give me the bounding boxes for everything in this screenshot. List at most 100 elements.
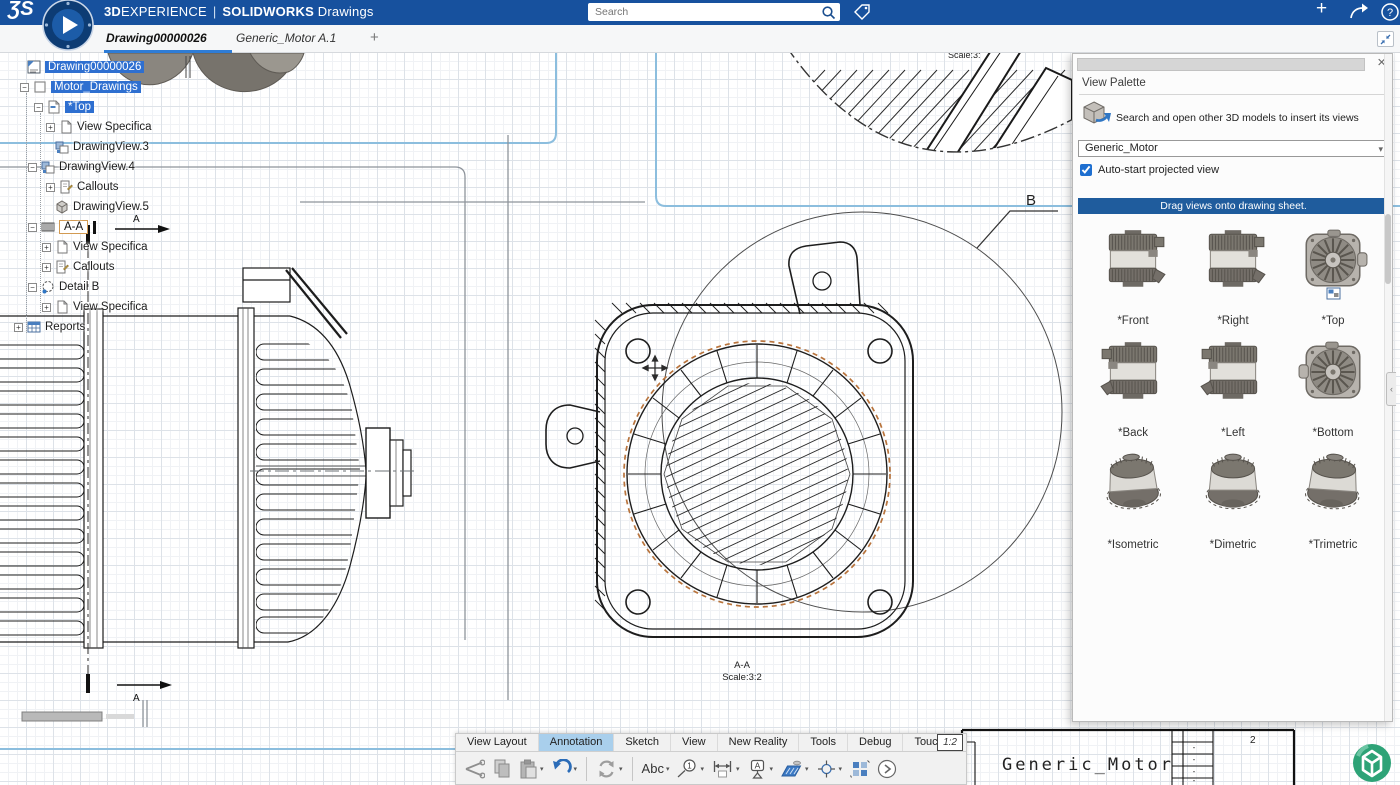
view-thumb-isometric[interactable]: *Isometric — [1083, 447, 1183, 559]
caret-down-icon[interactable]: ▾ — [770, 765, 774, 773]
caret-down-icon[interactable]: ▾ — [839, 765, 843, 773]
view-thumb-front[interactable]: *Front — [1083, 223, 1183, 335]
view-thumb-label: *Bottom — [1313, 427, 1354, 447]
tree-expander[interactable]: − — [28, 283, 37, 292]
search-input[interactable] — [588, 3, 840, 21]
sheet-icon — [47, 100, 61, 114]
tab-sketch[interactable]: Sketch — [614, 734, 671, 751]
model-dropdown[interactable]: Generic_Motor ▾ — [1078, 140, 1389, 157]
balloon-button[interactable]: 1 ▾ — [674, 758, 706, 780]
view-thumb-top[interactable]: *Top — [1283, 223, 1383, 335]
toolbar-separator — [632, 757, 633, 781]
tab-generic-motor[interactable]: Generic_Motor A.1 — [236, 31, 336, 45]
svg-text:1: 1 — [688, 761, 693, 770]
tag-icon[interactable] — [852, 2, 872, 22]
caret-down-icon[interactable]: ▾ — [666, 765, 670, 773]
dimension-button[interactable]: ▾ — [709, 758, 742, 780]
tree-expander[interactable]: + — [42, 243, 51, 252]
tree-expander[interactable]: − — [28, 163, 37, 172]
caret-down-icon[interactable]: ▾ — [619, 765, 623, 773]
motor-iso-view-icon — [1197, 453, 1269, 515]
section-view-icon — [41, 220, 55, 234]
help-icon[interactable]: ? — [1380, 2, 1400, 22]
tree-item-label[interactable]: *Top — [65, 101, 94, 113]
tab-tools[interactable]: Tools — [799, 734, 848, 751]
view-thumb-trimetric[interactable]: *Trimetric — [1283, 447, 1383, 559]
tree-expander[interactable]: − — [28, 223, 37, 232]
update-button[interactable]: ▾ — [594, 758, 625, 780]
tree-expander[interactable]: + — [14, 323, 23, 332]
tab-new-reality[interactable]: New Reality — [718, 734, 800, 751]
tree-item-label[interactable]: DrawingView.4 — [59, 161, 135, 173]
search-icon[interactable] — [821, 5, 836, 20]
tree-expander[interactable]: − — [20, 83, 29, 92]
caret-down-icon[interactable]: ▾ — [574, 765, 578, 773]
cut-button[interactable] — [462, 758, 487, 780]
tree-expander[interactable]: + — [42, 303, 51, 312]
tree-item-label[interactable]: Callouts — [73, 261, 115, 273]
more-tools-button[interactable] — [875, 758, 899, 780]
new-tab-button[interactable]: + — [370, 29, 379, 46]
view-thumb-left[interactable]: *Left — [1183, 335, 1283, 447]
tree-expander[interactable]: − — [34, 103, 43, 112]
paste-button[interactable]: ▾ — [517, 758, 546, 780]
tree-expander[interactable]: + — [46, 123, 55, 132]
center-mark-icon — [816, 759, 837, 779]
tree-item-rename-field[interactable]: A-A — [59, 220, 88, 234]
tree-item-label[interactable]: DrawingView.3 — [73, 141, 149, 153]
view-thumb-label: *Trimetric — [1309, 539, 1358, 559]
panel-hint-text: Search and open other 3D models to inser… — [1116, 112, 1388, 124]
tree-item-label[interactable]: Drawing00000026 — [45, 61, 144, 73]
view-thumb-label: *Top — [1321, 315, 1344, 335]
auto-start-label[interactable]: Auto-start projected view — [1098, 164, 1219, 176]
tab-debug[interactable]: Debug — [848, 734, 903, 751]
panel-collapse-handle[interactable]: ‹ — [1386, 372, 1396, 406]
motor-side-view-icon — [1197, 341, 1269, 403]
datum-button[interactable]: A ▾ — [745, 758, 776, 780]
tree-item-label[interactable]: DrawingView.5 — [73, 201, 149, 213]
tab-annotation[interactable]: Annotation — [539, 734, 615, 751]
undo-button[interactable]: ▾ — [549, 758, 580, 779]
caret-down-icon[interactable]: ▾ — [540, 765, 544, 773]
tree-item-label[interactable]: Motor_Drawings — [51, 81, 141, 93]
tree-item-label[interactable]: Detail B — [59, 281, 99, 293]
scrollbar-thumb[interactable] — [1385, 214, 1391, 284]
tree-item-label[interactable]: View Specifica — [73, 241, 148, 253]
top-app-bar: 3DEXPERIENCE|SOLIDWORKS Drawings + ? — [0, 0, 1400, 25]
auto-balloon-button[interactable] — [847, 758, 872, 780]
tab-view-layout[interactable]: View Layout — [456, 734, 539, 751]
add-icon[interactable]: + — [1316, 0, 1327, 20]
view-thumb-dimetric[interactable]: *Dimetric — [1183, 447, 1283, 559]
tab-view[interactable]: View — [671, 734, 718, 751]
chevron-down-icon: ▾ — [1378, 142, 1383, 157]
view-palette-panel: × View Palette Search and open other 3D … — [1072, 53, 1393, 722]
share-icon[interactable] — [1348, 2, 1370, 22]
view-thumb-bottom[interactable]: *Bottom — [1283, 335, 1383, 447]
tree-item-label[interactable]: Callouts — [77, 181, 119, 193]
panel-drag-handle[interactable] — [1077, 58, 1365, 71]
tree-expander[interactable]: + — [46, 183, 55, 192]
tab-drawing[interactable]: Drawing00000026 — [106, 31, 207, 45]
note-button[interactable]: Abc ▾ — [640, 760, 672, 777]
view-thumb-right[interactable]: *Right — [1183, 223, 1283, 335]
tree-item-label[interactable]: View Specifica — [73, 301, 148, 313]
text-cursor — [93, 221, 96, 234]
caret-down-icon[interactable]: ▾ — [736, 765, 740, 773]
caret-down-icon[interactable]: ▾ — [805, 765, 809, 773]
tree-item-label[interactable]: Reports — [45, 321, 85, 333]
caret-down-icon[interactable]: ▾ — [700, 765, 704, 773]
area-hatch-button[interactable]: ▾ — [778, 758, 811, 780]
3dexperience-compass-icon[interactable] — [41, 0, 95, 52]
centerline-button[interactable]: ▾ — [814, 758, 845, 780]
copy-button[interactable] — [490, 758, 514, 780]
view-thumb-back[interactable]: *Back — [1083, 335, 1183, 447]
feature-tree: Drawing00000026 − Motor_Drawings − *Top … — [0, 53, 230, 353]
paste-icon — [519, 759, 538, 779]
tree-expander[interactable]: + — [42, 263, 51, 272]
motor-iso-view-icon — [1295, 451, 1371, 518]
drawing-view-icon — [41, 160, 55, 174]
tree-item-label[interactable]: View Specifica — [77, 121, 152, 133]
collapse-ui-button[interactable] — [1377, 31, 1394, 47]
detail-view-icon — [41, 280, 55, 294]
auto-start-checkbox[interactable] — [1080, 164, 1092, 176]
